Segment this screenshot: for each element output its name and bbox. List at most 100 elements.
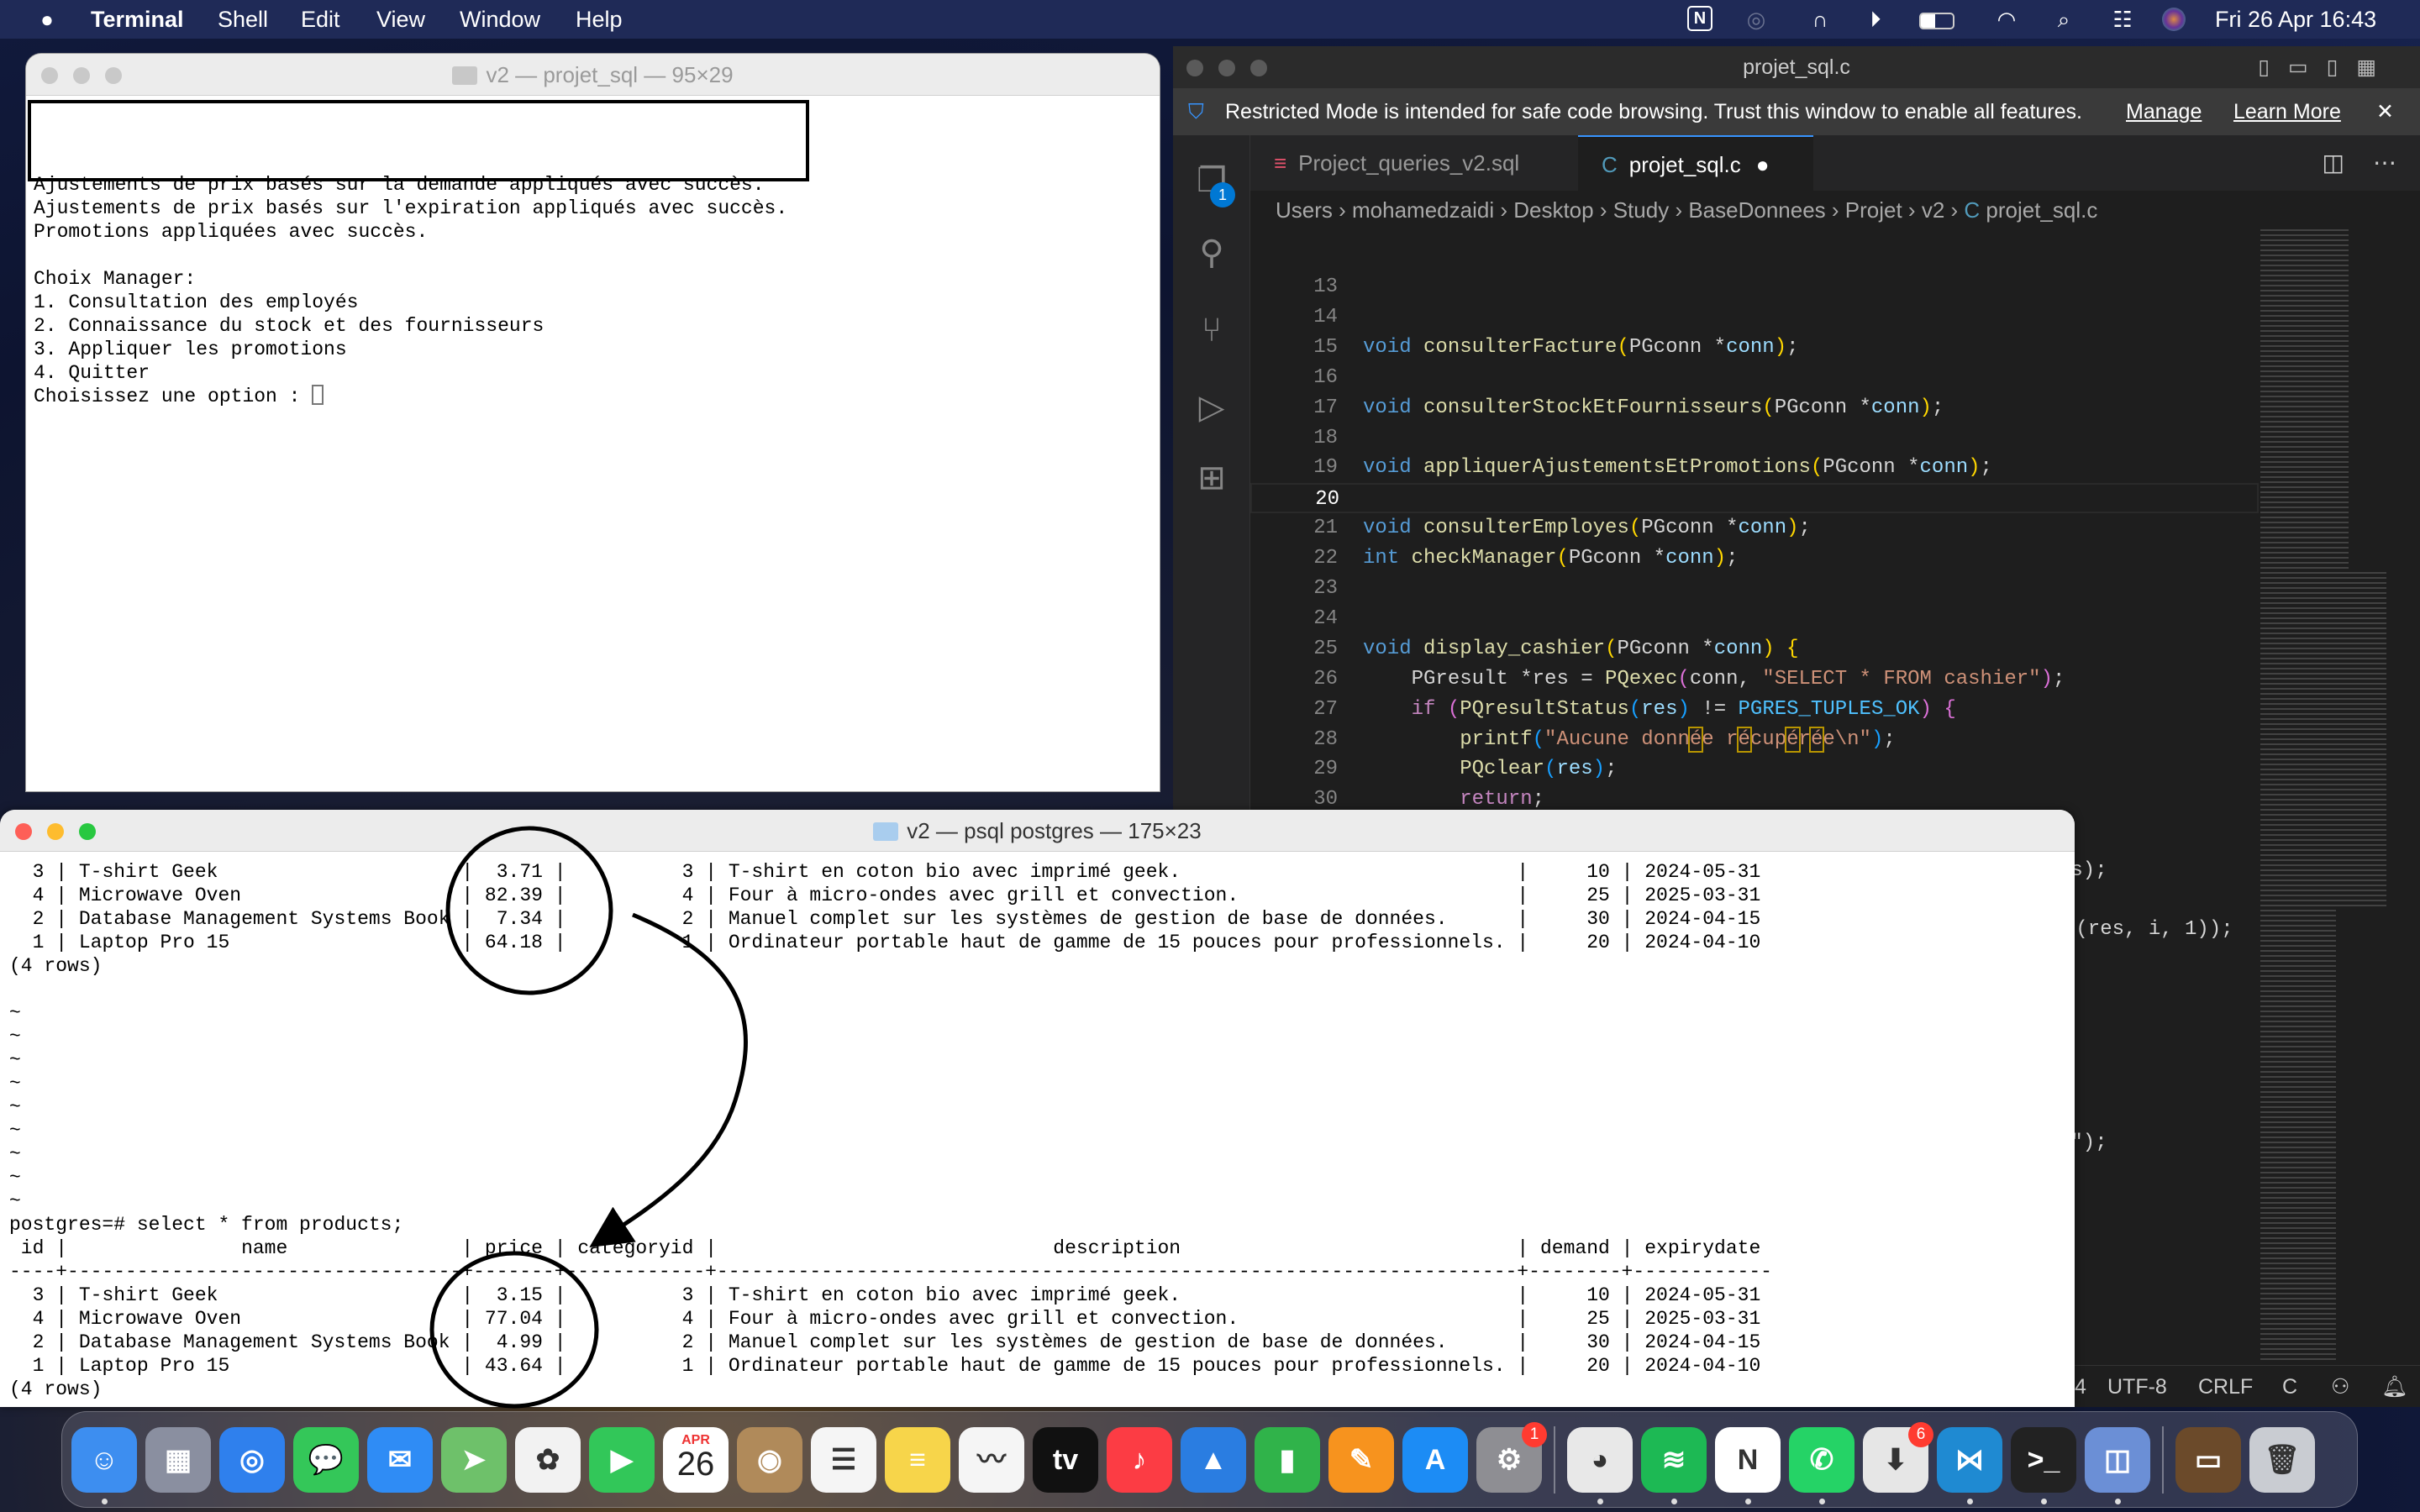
status-language[interactable]: C bbox=[2282, 1366, 2297, 1407]
dock-messages[interactable]: 💬 bbox=[293, 1426, 359, 1493]
dock-facetime[interactable]: ▶ bbox=[589, 1426, 655, 1493]
maximize-button[interactable] bbox=[1250, 60, 1267, 76]
close-button[interactable] bbox=[15, 823, 32, 840]
dock-apple-tv[interactable]: tv bbox=[1033, 1426, 1098, 1493]
minimize-button[interactable] bbox=[47, 823, 64, 840]
status-encoding[interactable]: UTF-8 bbox=[2107, 1366, 2167, 1407]
breadcrumb-item[interactable]: Desktop bbox=[1513, 197, 1593, 223]
apple-icon[interactable]: ● bbox=[34, 6, 60, 33]
headphones-icon[interactable]: ∩ bbox=[1807, 6, 1833, 33]
dock-calendar[interactable]: APR 26 bbox=[663, 1426, 729, 1493]
dock-trash[interactable]: 🗑 bbox=[2249, 1426, 2315, 1493]
code-line[interactable]: 23 bbox=[1250, 574, 2259, 604]
dock-maps[interactable]: ➤ bbox=[441, 1426, 507, 1493]
dock-music[interactable]: ♪ bbox=[1107, 1426, 1172, 1493]
code-line[interactable]: 26 PGresult *res = PQexec(conn, "SELECT … bbox=[1250, 664, 2259, 695]
minimize-button[interactable] bbox=[1218, 60, 1235, 76]
dock-vscode[interactable]: ⋈ bbox=[1937, 1426, 2002, 1504]
airdrop-icon[interactable]: ◎ bbox=[1743, 6, 1770, 33]
code-line[interactable]: 17 void consulterStockEtFournisseurs(PGco… bbox=[1250, 393, 2259, 423]
dock-whatsapp[interactable]: ✆ bbox=[1789, 1426, 1854, 1504]
control-center-icon[interactable]: ☷ bbox=[2109, 6, 2136, 33]
extensions-icon[interactable]: ⊞ bbox=[1192, 458, 1232, 498]
dock-pages[interactable]: ✎ bbox=[1328, 1426, 1394, 1493]
tab-project-queries-sql[interactable]: ≡ Project_queries_v2.sql bbox=[1250, 135, 1578, 191]
code-line[interactable]: 24 bbox=[1250, 604, 2259, 634]
search-icon[interactable]: ⌕ bbox=[2050, 6, 2077, 33]
layout-toggle-icons[interactable]: ▯▭▯▦ bbox=[2258, 46, 2395, 88]
unsaved-dot-icon[interactable]: ● bbox=[1756, 152, 1770, 177]
accounts-icon[interactable]: ⚇ bbox=[2331, 1366, 2349, 1407]
dock-freeform[interactable]: 〰 bbox=[959, 1426, 1024, 1493]
maximize-button[interactable] bbox=[79, 823, 96, 840]
dock-terminal[interactable]: >_ bbox=[2011, 1426, 2076, 1504]
code-line[interactable]: 20 bbox=[1250, 483, 2259, 514]
dock-keynote[interactable]: ▲ bbox=[1181, 1426, 1246, 1493]
breadcrumb-item[interactable]: v2 bbox=[1922, 197, 1944, 223]
dock-spotify[interactable]: ≋ bbox=[1641, 1426, 1707, 1504]
menu-window[interactable]: Window bbox=[460, 7, 540, 33]
breadcrumb-item[interactable]: Study bbox=[1613, 197, 1670, 223]
code-line[interactable]: 21 void consulterEmployes(PGconn *conn); bbox=[1250, 513, 2259, 543]
minimap[interactable] bbox=[2260, 229, 2386, 1363]
menu-view[interactable]: View bbox=[376, 7, 425, 33]
dock-photos[interactable]: ✿ bbox=[515, 1426, 581, 1493]
dock-notion[interactable]: N bbox=[1715, 1426, 1781, 1504]
menu-edit[interactable]: Edit bbox=[301, 7, 340, 33]
tab-projet-sql-c[interactable]: Cprojet_sql.c ● bbox=[1578, 135, 1813, 191]
dock-numbers[interactable]: ▮ bbox=[1255, 1426, 1320, 1493]
breadcrumb-item[interactable]: Projet bbox=[1845, 197, 1902, 223]
maximize-button[interactable] bbox=[105, 67, 122, 84]
status-indent[interactable]: 4 bbox=[2075, 1366, 2086, 1407]
source-control-icon[interactable]: ⑂ bbox=[1192, 310, 1232, 350]
breadcrumb-item[interactable]: projet_sql.c bbox=[1986, 197, 2097, 223]
psql-output[interactable]: 3 | T-shirt Geek | 3.71 | 3 | T-shirt en… bbox=[0, 852, 2075, 1401]
code-line[interactable]: 19 void appliquerAjustementsEtPromotions(… bbox=[1250, 453, 2259, 483]
bell-icon[interactable]: 🔔︎ bbox=[2381, 1366, 2408, 1407]
dock-contacts[interactable]: ◉ bbox=[737, 1426, 802, 1493]
siri-icon[interactable] bbox=[2162, 8, 2186, 31]
close-icon[interactable]: ✕ bbox=[2376, 88, 2394, 135]
code-line[interactable]: 25 void display_cashier(PGconn *conn) { bbox=[1250, 634, 2259, 664]
split-editor-icon[interactable]: ◫ bbox=[2323, 135, 2344, 191]
notion-icon[interactable]: N bbox=[1687, 6, 1712, 31]
dock-finder[interactable]: ☺ bbox=[71, 1426, 137, 1504]
code-line[interactable]: 16 bbox=[1250, 363, 2259, 393]
manage-link[interactable]: Manage bbox=[2126, 88, 2202, 135]
clock[interactable]: Fri 26 Apr 16:43 bbox=[2215, 7, 2376, 33]
dock-office-installer[interactable]: ⬇ 6 bbox=[1863, 1421, 1933, 1493]
menu-app-name[interactable]: Terminal bbox=[91, 7, 184, 33]
learn-more-link[interactable]: Learn More bbox=[2233, 88, 2341, 135]
wifi-icon[interactable]: ◠ bbox=[1993, 6, 2020, 33]
close-button[interactable] bbox=[1186, 60, 1203, 76]
code-line[interactable]: 22 int checkManager(PGconn *conn); bbox=[1250, 543, 2259, 574]
code-line[interactable]: 29 PQclear(res); bbox=[1250, 754, 2259, 785]
menu-help[interactable]: Help bbox=[576, 7, 623, 33]
run-debug-icon[interactable]: ▷ bbox=[1192, 387, 1232, 428]
dock-notes[interactable]: ≡ bbox=[885, 1426, 950, 1493]
code-line[interactable]: 18 bbox=[1250, 423, 2259, 454]
dock-preview[interactable]: ◫ bbox=[2085, 1426, 2150, 1504]
menu-shell[interactable]: Shell bbox=[218, 7, 268, 33]
explorer-icon[interactable]: ❐ 1 bbox=[1192, 160, 1235, 207]
dock-app-store[interactable]: A bbox=[1402, 1426, 1468, 1493]
breadcrumb-item[interactable]: mohamedzaidi bbox=[1352, 197, 1494, 223]
dock-safari[interactable]: ◎ bbox=[219, 1426, 285, 1493]
search-icon[interactable]: ⚲ bbox=[1192, 233, 1232, 273]
more-actions-icon[interactable]: ⋯ bbox=[2373, 135, 2396, 191]
code-line[interactable]: 14 bbox=[1250, 302, 2259, 333]
dock-mail[interactable]: ✉ bbox=[367, 1426, 433, 1493]
code-line[interactable]: 28 printf("Aucune donnée récupérée\n"); bbox=[1250, 725, 2259, 755]
dock-downloads-stack[interactable]: ▭ bbox=[2175, 1426, 2241, 1493]
breadcrumb-item[interactable]: Users bbox=[1276, 197, 1333, 223]
minimize-button[interactable] bbox=[73, 67, 90, 84]
battery-icon[interactable] bbox=[1918, 6, 1956, 33]
dock-system-settings[interactable]: ⚙ 1 bbox=[1476, 1421, 1547, 1493]
dock-reminders[interactable]: ☰ bbox=[811, 1426, 876, 1493]
code-line[interactable]: 27 if (PQresultStatus(res) != PGRES_TUPL… bbox=[1250, 695, 2259, 725]
terminal-output[interactable]: Ajustements de prix basés sur la demande… bbox=[26, 96, 1160, 408]
play-icon[interactable]: ⏵ bbox=[1862, 6, 1889, 33]
breadcrumb-item[interactable]: BaseDonnees bbox=[1688, 197, 1825, 223]
dock-chrome[interactable]: ◕ bbox=[1567, 1426, 1633, 1504]
status-eol[interactable]: CRLF bbox=[2198, 1366, 2253, 1407]
